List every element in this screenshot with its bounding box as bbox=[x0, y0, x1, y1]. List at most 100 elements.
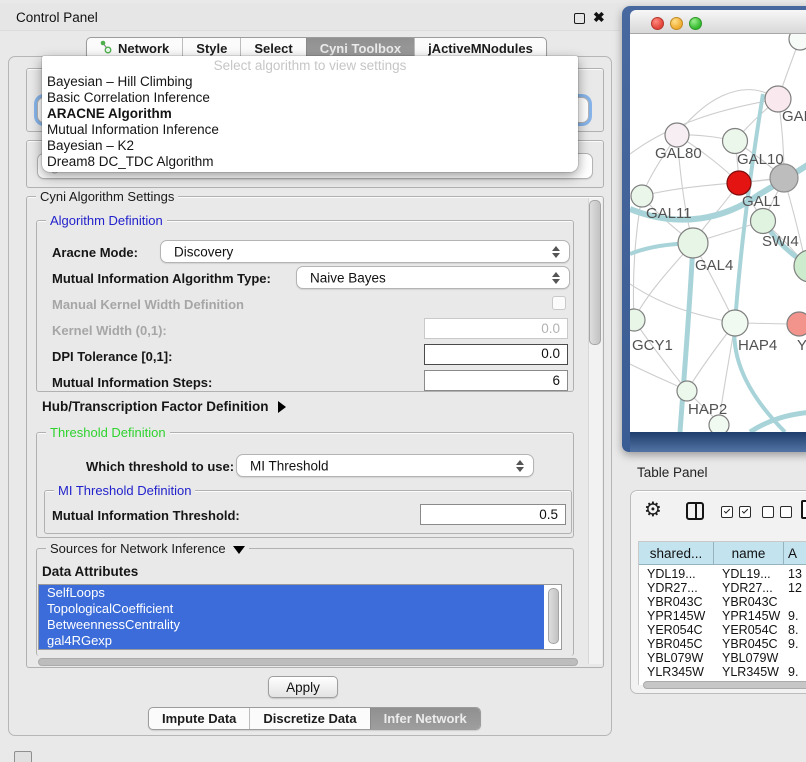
node-label: GAL11 bbox=[646, 205, 692, 222]
dpi-tolerance-label: DPI Tolerance [0,1]: bbox=[52, 349, 172, 364]
combobox-stepper-icon bbox=[516, 460, 524, 472]
mi-algorithm-type-value: Naive Bayes bbox=[310, 270, 386, 285]
screen: Control Panel ✖ Network Style Select Cyn… bbox=[0, 0, 806, 762]
manual-kernel-width-label: Manual Kernel Width Definition bbox=[52, 297, 244, 312]
mi-steps-field[interactable]: 6 bbox=[424, 370, 568, 391]
network-node-gal11[interactable] bbox=[631, 185, 653, 207]
list-item-topologicalcoefficient[interactable]: TopologicalCoefficient bbox=[39, 601, 544, 617]
node-label: GAL1 bbox=[742, 193, 780, 210]
minimized-panel-icon[interactable] bbox=[14, 751, 32, 762]
node-label: GAL bbox=[782, 108, 806, 125]
network-node-gcy1[interactable] bbox=[630, 309, 645, 331]
network-canvas[interactable]: GAL GAL80 GAL10 GAL1 GAL11 SWI4 GAL4 GCY… bbox=[630, 34, 806, 432]
settings-hscrollbar-thumb[interactable] bbox=[38, 658, 578, 666]
attributes-scrollbar-thumb[interactable] bbox=[548, 588, 559, 644]
table-settings-gear-icon[interactable]: ⚙ bbox=[644, 497, 662, 521]
network-node-gal1-selected[interactable] bbox=[727, 171, 751, 195]
chevron-down-icon bbox=[233, 546, 245, 554]
network-node-gal10[interactable] bbox=[723, 129, 748, 154]
node-label: HAP4 bbox=[738, 337, 777, 354]
node-label: HAP2 bbox=[688, 401, 727, 418]
manual-kernel-width-checkbox[interactable] bbox=[552, 296, 566, 310]
close-icon[interactable]: ✖ bbox=[593, 9, 605, 26]
network-node-y[interactable] bbox=[787, 312, 806, 336]
dropdown-item-bayesian-k2[interactable]: Bayesian – K2 bbox=[42, 138, 578, 154]
node-label: GCY1 bbox=[632, 337, 673, 354]
kernel-width-label: Kernel Width (0,1): bbox=[52, 323, 167, 338]
list-item-selfloops[interactable]: SelfLoops bbox=[39, 585, 544, 601]
network-view-window[interactable]: GAL GAL80 GAL10 GAL1 GAL11 SWI4 GAL4 GCY… bbox=[622, 6, 806, 452]
mi-threshold-group-title: MI Threshold Definition bbox=[54, 483, 195, 498]
node-label: GAL4 bbox=[695, 257, 733, 274]
aracne-mode-value: Discovery bbox=[174, 244, 233, 259]
which-threshold-label: Which threshold to use: bbox=[86, 459, 234, 474]
dpi-tolerance-field[interactable]: 0.0 bbox=[424, 344, 568, 365]
select-all-checkbox-icon[interactable] bbox=[721, 506, 733, 518]
which-threshold-value: MI Threshold bbox=[250, 458, 329, 473]
dropdown-item-aracne[interactable]: ARACNE Algorithm bbox=[42, 106, 578, 122]
node-label: Y bbox=[797, 337, 806, 354]
network-node-gal4[interactable] bbox=[678, 228, 708, 258]
window-close-icon[interactable] bbox=[651, 17, 664, 30]
network-node-hap2[interactable] bbox=[677, 381, 697, 401]
aracne-mode-label: Aracne Mode: bbox=[52, 245, 138, 260]
node-label: SWI4 bbox=[762, 233, 799, 250]
tab-infer-network[interactable]: Infer Network bbox=[370, 708, 480, 729]
tab-network-label: Network bbox=[118, 41, 169, 56]
network-window-bottom-frame bbox=[630, 432, 806, 452]
settings-scrollbar-thumb[interactable] bbox=[589, 200, 601, 345]
sources-group-title[interactable]: Sources for Network Inference bbox=[46, 541, 249, 556]
cyni-bottom-tabbar: Impute Data Discretize Data Infer Networ… bbox=[148, 707, 481, 730]
network-node-swi4[interactable] bbox=[751, 209, 776, 234]
network-node-gal80[interactable] bbox=[665, 123, 689, 147]
splitter-handle[interactable] bbox=[609, 366, 616, 376]
mi-algorithm-type-label: Mutual Information Algorithm Type: bbox=[52, 271, 271, 286]
node-label: GAL80 bbox=[655, 145, 702, 162]
dropdown-item-dream8[interactable]: Dream8 DC_TDC Algorithm bbox=[42, 154, 578, 170]
chevron-right-icon bbox=[278, 401, 286, 413]
deselect-all-checkbox-icon[interactable] bbox=[762, 506, 774, 518]
window-zoom-icon[interactable] bbox=[689, 17, 702, 30]
table-hscrollbar-thumb[interactable] bbox=[643, 681, 806, 689]
mi-algorithm-type-combobox[interactable]: Naive Bayes bbox=[296, 266, 570, 289]
deselect-all-checkbox-icon[interactable] bbox=[780, 506, 792, 518]
node-label: GAL10 bbox=[737, 151, 784, 168]
column-header-name[interactable]: name bbox=[714, 542, 784, 565]
column-layout-icon[interactable] bbox=[686, 502, 704, 520]
window-minimize-icon[interactable] bbox=[670, 17, 683, 30]
list-item-gal4rgexp[interactable]: gal4RGexp bbox=[39, 633, 544, 649]
select-all-checkbox-icon[interactable] bbox=[739, 506, 751, 518]
tab-discretize-data[interactable]: Discretize Data bbox=[249, 708, 369, 729]
data-attributes-list[interactable]: SelfLoops TopologicalCoefficient Between… bbox=[38, 584, 562, 650]
table-panel-title: Table Panel bbox=[637, 465, 708, 480]
algorithm-dropdown-popup: Select algorithm to view settings Bayesi… bbox=[42, 56, 578, 172]
hub-definition-toggle[interactable]: Hub/Transcription Factor Definition bbox=[42, 399, 286, 414]
mi-steps-label: Mutual Information Steps: bbox=[52, 375, 212, 390]
column-header-shared-name[interactable]: shared... bbox=[639, 542, 714, 565]
aracne-mode-combobox[interactable]: Discovery bbox=[160, 240, 570, 263]
mi-threshold-field[interactable]: 0.5 bbox=[420, 504, 566, 525]
network-graph: GAL GAL80 GAL10 GAL1 GAL11 SWI4 GAL4 GCY… bbox=[630, 34, 806, 432]
network-window-titlebar[interactable] bbox=[630, 10, 806, 34]
list-item-betweennesscentrality[interactable]: BetweennessCentrality bbox=[39, 617, 544, 633]
dropdown-item-bayesian-hill-climbing[interactable]: Bayesian – Hill Climbing bbox=[42, 74, 578, 90]
kernel-width-field[interactable]: 0.0 bbox=[424, 318, 568, 339]
which-threshold-combobox[interactable]: MI Threshold bbox=[236, 454, 534, 477]
threshold-definition-title: Threshold Definition bbox=[46, 425, 170, 440]
dropdown-item-basic-correlation[interactable]: Basic Correlation Inference bbox=[42, 90, 578, 106]
dropdown-item-mutual-information[interactable]: Mutual Information Inference bbox=[42, 122, 578, 138]
cyni-algorithm-settings-title: Cyni Algorithm Settings bbox=[36, 189, 178, 204]
network-node[interactable] bbox=[789, 34, 806, 50]
table-panel: ⚙ shared... name A YDL19...YDL19...13 YD… bbox=[630, 490, 806, 694]
tab-impute-data[interactable]: Impute Data bbox=[149, 708, 249, 729]
algorithm-definition-title: Algorithm Definition bbox=[46, 213, 167, 228]
column-header-partial[interactable]: A bbox=[784, 542, 806, 565]
float-panel-icon[interactable] bbox=[574, 13, 585, 24]
network-node-gray[interactable] bbox=[770, 164, 798, 192]
data-attributes-label: Data Attributes bbox=[42, 564, 138, 579]
control-panel-title: Control Panel bbox=[16, 10, 98, 25]
node-table[interactable]: shared... name A YDL19...YDL19...13 YDR2… bbox=[638, 541, 806, 685]
export-table-icon[interactable] bbox=[801, 500, 806, 519]
network-node-hap4[interactable] bbox=[722, 310, 748, 336]
apply-button[interactable]: Apply bbox=[268, 676, 338, 698]
